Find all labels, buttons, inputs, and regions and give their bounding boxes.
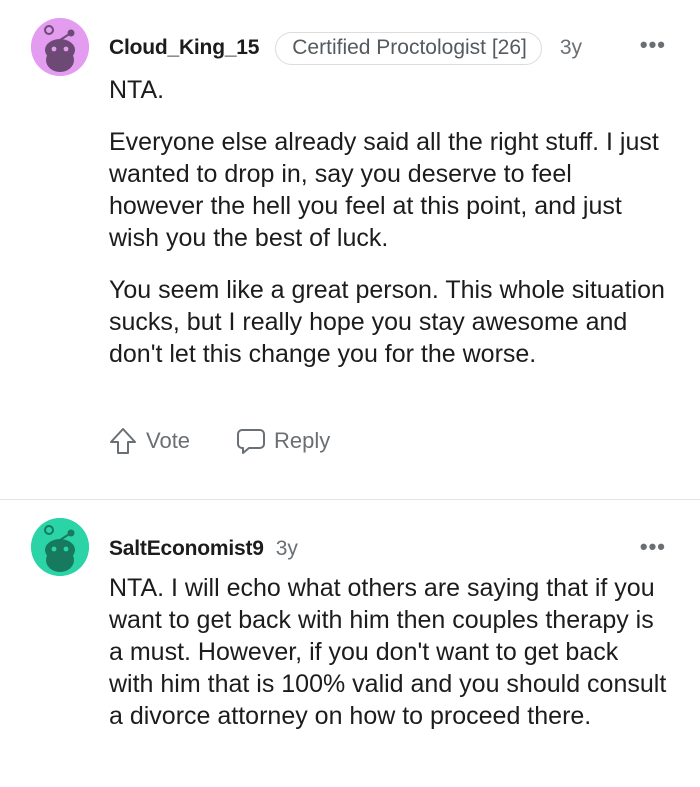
comment-paragraph: Everyone else already said all the right… [109,128,659,252]
comment-divider [0,499,700,500]
username[interactable]: SaltEconomist9 [109,537,264,561]
more-options-icon[interactable]: ••• [640,32,666,58]
reply-label: Reply [274,428,331,453]
comment-age: 3y [275,537,298,560]
comment-meta: Cloud_King_15 Certified Proctologist [26… [109,30,582,66]
upvote-arrow-icon [110,428,136,454]
username[interactable]: Cloud_King_15 [109,36,259,60]
comment-paragraph: NTA. I will echo what others are saying … [109,574,667,730]
comment-age: 3y [559,36,583,59]
user-avatar[interactable] [31,518,89,576]
more-options-icon[interactable]: ••• [640,534,666,560]
speech-bubble-icon [237,429,266,454]
user-avatar[interactable] [31,18,89,76]
comment-paragraph: NTA. [109,76,165,104]
snoo-avatar-icon [31,518,89,576]
comment-actions: Vote Reply [108,426,330,456]
vote-button[interactable]: Vote [108,426,190,456]
vote-label: Vote [146,428,191,453]
user-flair: Certified Proctologist [26] [275,31,542,65]
comment-meta: SaltEconomist9 3y [109,534,298,564]
comment-paragraph: You seem like a great person. This whole… [109,276,665,368]
snoo-avatar-icon [31,18,89,76]
reply-button[interactable]: Reply [236,426,330,456]
